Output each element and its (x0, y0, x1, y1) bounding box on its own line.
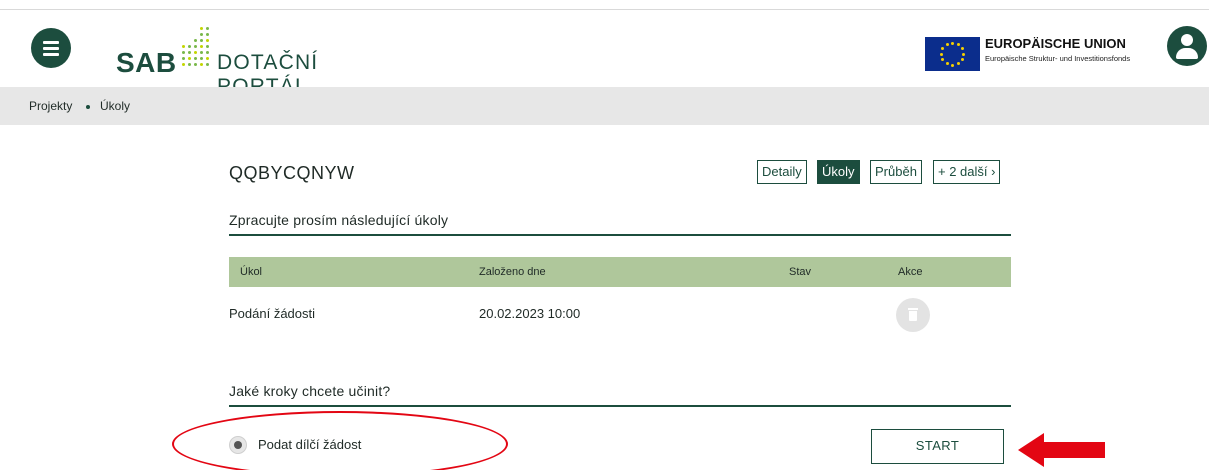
column-ukol: Úkol (240, 266, 263, 278)
eu-title: EUROPÄISCHE UNION (985, 36, 1126, 51)
tasks-heading: Zpracujte prosím následující úkoly (229, 212, 449, 228)
eu-flag-icon (925, 37, 980, 71)
breadcrumb: Projekty Úkoly (0, 87, 1209, 125)
eu-logo: EUROPÄISCHE UNION Europäische Struktur- … (925, 36, 1155, 72)
column-akce: Akce (898, 266, 923, 278)
header: SAB DOTAČNÍ PORTÁL EUROPÄISCHE UNION Eur… (0, 10, 1209, 98)
breadcrumb-ukoly[interactable]: Úkoly (100, 99, 130, 113)
logo-sab-text: SAB (116, 47, 177, 78)
tab-more[interactable]: + 2 další › (933, 160, 1001, 184)
start-button[interactable]: START (871, 429, 1004, 464)
breadcrumb-separator (86, 105, 90, 109)
arrow-icon (1018, 433, 1105, 467)
task-created: 20.02.2023 10:00 (479, 306, 581, 321)
eu-subtitle: Europäische Struktur- und Investitionsfo… (985, 54, 1131, 63)
page-title: QQBYCQNYW (229, 163, 355, 183)
task-name[interactable]: Podání žádosti (229, 306, 315, 321)
actions-divider (229, 405, 1011, 407)
menu-icon[interactable] (31, 28, 71, 68)
tab-ukoly[interactable]: Úkoly (817, 160, 860, 184)
tasks-divider (229, 234, 1011, 236)
column-zalozeno: Založeno dne (479, 266, 546, 278)
actions-heading: Jaké kroky chcete učinit? (229, 383, 391, 399)
highlight-ellipse (172, 411, 508, 470)
tab-detaily[interactable]: Detaily (757, 160, 807, 184)
column-stav: Stav (789, 266, 812, 278)
logo-dots-icon (182, 27, 214, 67)
sab-logo[interactable]: SAB DOTAČNÍ PORTÁL (116, 27, 416, 98)
table-header: Úkol Založeno dne Stav Akce (229, 257, 1011, 287)
user-icon[interactable] (1167, 26, 1207, 66)
breadcrumb-projekty[interactable]: Projekty (29, 99, 72, 113)
trash-icon[interactable] (896, 298, 930, 332)
tab-prubeh[interactable]: Průběh (870, 160, 922, 184)
